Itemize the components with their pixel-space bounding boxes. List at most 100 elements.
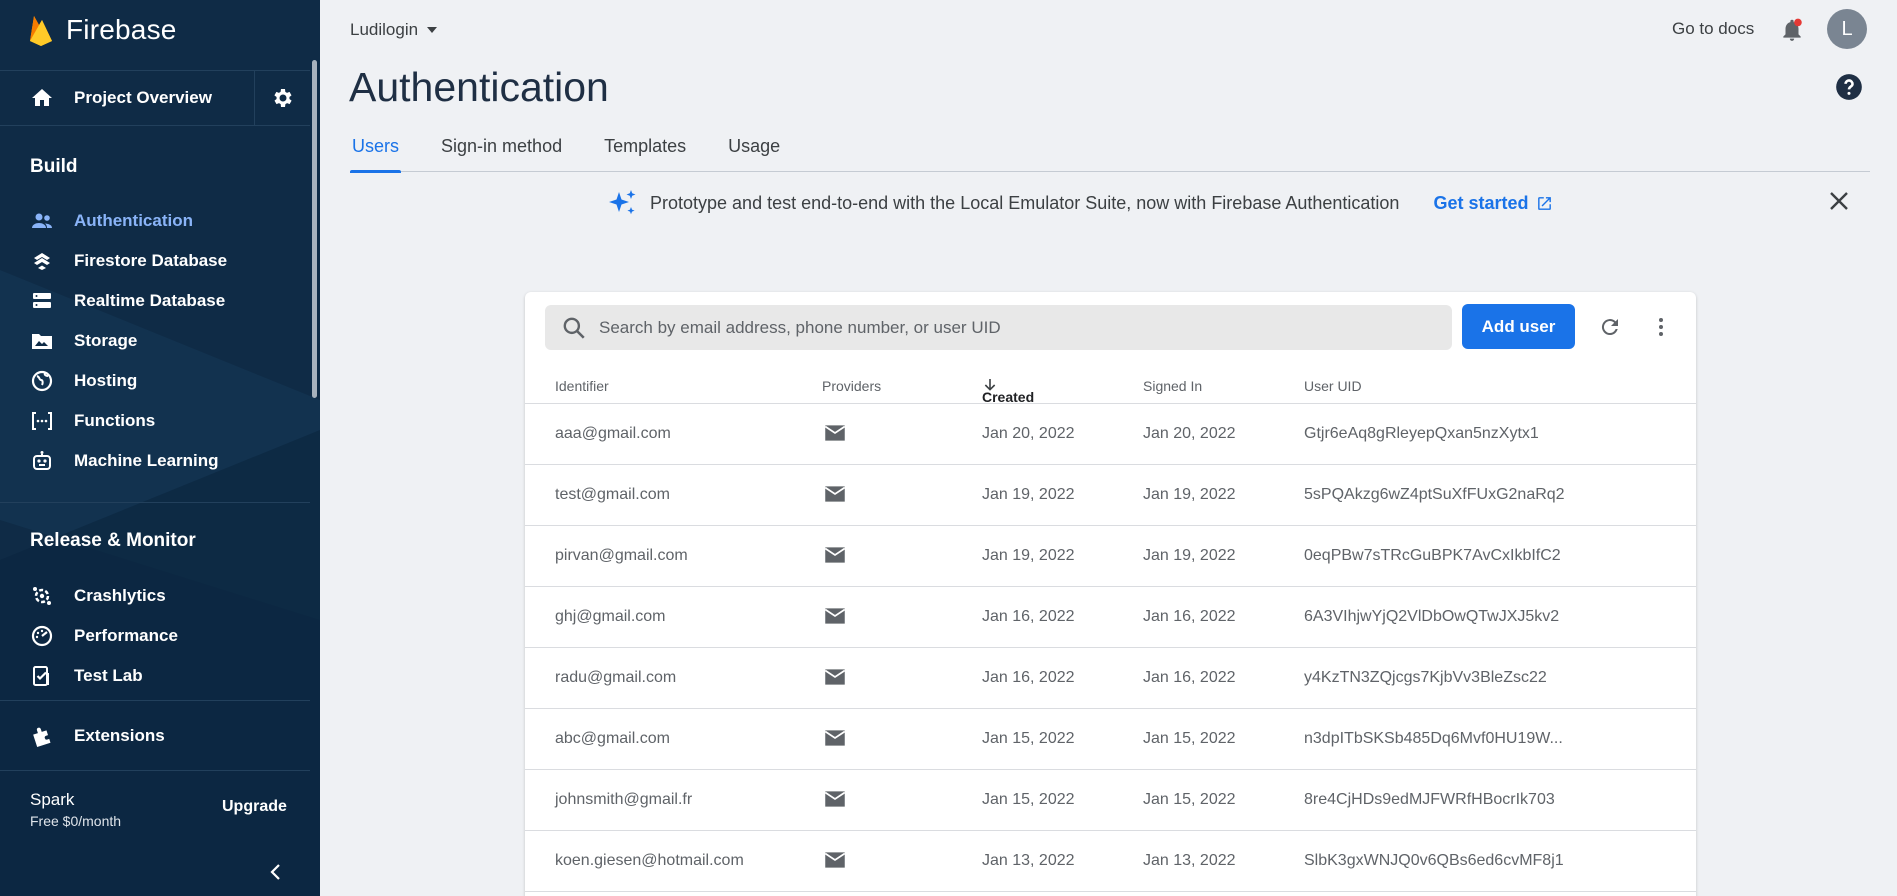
plan-name: Spark [30, 790, 75, 809]
caret-down-icon [427, 27, 438, 33]
get-started-label: Get started [1433, 192, 1529, 213]
cell-identifier: test@gmail.com [555, 486, 670, 503]
cell-created: Jan 20, 2022 [982, 425, 1075, 442]
sidebar-item-authentication[interactable]: Authentication [0, 201, 310, 241]
sidebar-item-machine-learning[interactable]: Machine Learning [0, 441, 310, 481]
get-started-link[interactable]: Get started [1433, 193, 1553, 214]
sidebar-item-label: Authentication [74, 211, 193, 230]
project-settings-button[interactable] [254, 71, 310, 125]
cell-uid: 6A3VIhjwYjQ2VlDbOwQTwJXJ5kv2 [1304, 608, 1560, 625]
sidebar-divider [0, 502, 310, 503]
emulator-banner: Prototype and test end-to-end with the L… [608, 188, 1553, 218]
search-input[interactable] [599, 317, 1419, 338]
storage-icon [32, 334, 52, 349]
cell-uid: n3dpITbSKSb485Dq6Mvf0HU19W... [1304, 730, 1563, 747]
column-signed-in[interactable]: Signed In [1143, 378, 1202, 394]
sidebar: Firebase Project Overview Build Authenti… [0, 0, 320, 896]
sidebar-item-label: Hosting [74, 371, 138, 390]
tab-templates[interactable]: Templates [602, 132, 688, 172]
cell-signed-in: Jan 13, 2022 [1143, 852, 1236, 869]
sparkle-icon [609, 190, 636, 215]
email-provider-icon [822, 725, 848, 756]
collapse-sidebar-button[interactable] [266, 862, 286, 887]
cell-uid: 5sPQAkzg6wZ4ptSuXfFUxG2naRq2 [1304, 486, 1565, 503]
project-overview-row: Project Overview [0, 70, 310, 126]
testlab-icon [33, 666, 49, 686]
tab-usage[interactable]: Usage [726, 132, 782, 172]
cell-identifier: aaa@gmail.com [555, 425, 671, 442]
project-selector[interactable]: Ludilogin [350, 20, 440, 40]
column-identifier[interactable]: Identifier [555, 378, 609, 394]
sidebar-scrollbar[interactable] [312, 60, 317, 398]
sidebar-item-storage[interactable]: Storage [0, 321, 310, 361]
sidebar-item-test-lab[interactable]: Test Lab [0, 656, 310, 696]
cell-signed-in: Jan 20, 2022 [1143, 425, 1236, 442]
more-options-button[interactable] [1649, 315, 1673, 344]
email-provider-icon [822, 481, 848, 512]
extensions-icon [33, 727, 51, 748]
sidebar-item-realtime-database[interactable]: Realtime Database [0, 281, 310, 321]
robot-icon [33, 451, 51, 470]
users-card: Add user Identifier Providers Created Si… [525, 292, 1696, 896]
sidebar-item-label: Crashlytics [74, 586, 166, 605]
sidebar-item-performance[interactable]: Performance [0, 616, 310, 656]
table-row[interactable]: test@gmail.com Jan 19, 2022 Jan 19, 2022 5s… [525, 465, 1696, 526]
sidebar-item-label: Firestore Database [74, 251, 228, 270]
plan-info: Spark Free $0/month [30, 790, 121, 829]
cell-uid: y4KzTN3ZQjcgs7KjbVv3BleZsc22 [1304, 669, 1547, 686]
home-icon [32, 89, 52, 106]
banner-close-button[interactable] [1828, 190, 1850, 217]
sidebar-item-label: Extensions [74, 726, 165, 745]
cell-signed-in: Jan 15, 2022 [1143, 730, 1236, 747]
refresh-icon [1601, 319, 1618, 336]
project-overview-link[interactable]: Project Overview [0, 71, 254, 125]
email-provider-icon [822, 542, 848, 573]
table-row[interactable]: koen.giesen@hotmail.com Jan 13, 2022 Jan 1… [525, 831, 1696, 892]
table-row[interactable]: johnsmith@gmail.fr Jan 15, 2022 Jan 15, 20… [525, 770, 1696, 831]
chevron-left-icon [270, 864, 280, 880]
column-user-uid: User UID [1304, 378, 1362, 394]
search-bar[interactable] [545, 305, 1452, 350]
external-link-icon [1538, 196, 1552, 210]
cell-uid: SlbK3gxWNJQ0v6QBs6ed6cvMF8j1 [1304, 852, 1564, 869]
bell-icon [1783, 18, 1802, 41]
cell-identifier: koen.giesen@hotmail.com [555, 852, 744, 869]
project-name: Ludilogin [350, 20, 419, 39]
table-row[interactable]: radu@gmail.com Jan 16, 2022 Jan 16, 2022 y4… [525, 648, 1696, 709]
column-created[interactable]: Created [982, 377, 1034, 405]
sidebar-divider [0, 770, 310, 771]
sidebar-item-functions[interactable]: Functions [0, 401, 310, 441]
gear-icon [273, 89, 292, 107]
sidebar-item-extensions[interactable]: Extensions [0, 716, 310, 756]
go-to-docs-link[interactable]: Go to docs [1672, 19, 1754, 39]
firestore-icon [34, 253, 50, 270]
sidebar-item-firestore-database[interactable]: Firestore Database [0, 241, 310, 281]
close-icon [1830, 192, 1848, 210]
banner-text: Prototype and test end-to-end with the L… [650, 192, 1400, 213]
upgrade-button[interactable]: Upgrade [222, 798, 287, 816]
cell-signed-in: Jan 16, 2022 [1143, 669, 1236, 686]
avatar[interactable]: L [1827, 9, 1867, 49]
tab-sign-in-method[interactable]: Sign-in method [439, 132, 564, 172]
refresh-button[interactable] [1598, 315, 1622, 344]
sidebar-item-label: Performance [74, 626, 178, 645]
search-icon [563, 317, 585, 339]
cell-identifier: johnsmith@gmail.fr [555, 791, 693, 808]
sidebar-item-hosting[interactable]: Hosting [0, 361, 310, 401]
page-title: Authentication [349, 64, 609, 110]
plan-price: Free $0/month [30, 813, 122, 829]
people-icon [32, 213, 52, 228]
firebase-logo[interactable]: Firebase [28, 10, 177, 50]
table-row[interactable]: ghj@gmail.com Jan 16, 2022 Jan 16, 2022 6A3… [525, 587, 1696, 648]
table-row[interactable]: abc@gmail.com Jan 15, 2022 Jan 15, 2022 n3d… [525, 709, 1696, 770]
globe-icon [31, 370, 53, 392]
help-button[interactable] [1835, 73, 1863, 106]
table-row[interactable]: pirvan@gmail.com Jan 19, 2022 Jan 19, 2022… [525, 526, 1696, 587]
tab-users[interactable]: Users [350, 132, 402, 173]
notifications-button[interactable] [1779, 17, 1805, 48]
email-provider-icon [822, 420, 848, 451]
sidebar-item-label: Functions [74, 411, 156, 430]
sidebar-item-crashlytics[interactable]: Crashlytics [0, 576, 310, 616]
add-user-button[interactable]: Add user [1462, 304, 1575, 349]
table-row[interactable]: aaa@gmail.com Jan 20, 2022 Jan 20, 2022 Gtj… [525, 404, 1696, 465]
